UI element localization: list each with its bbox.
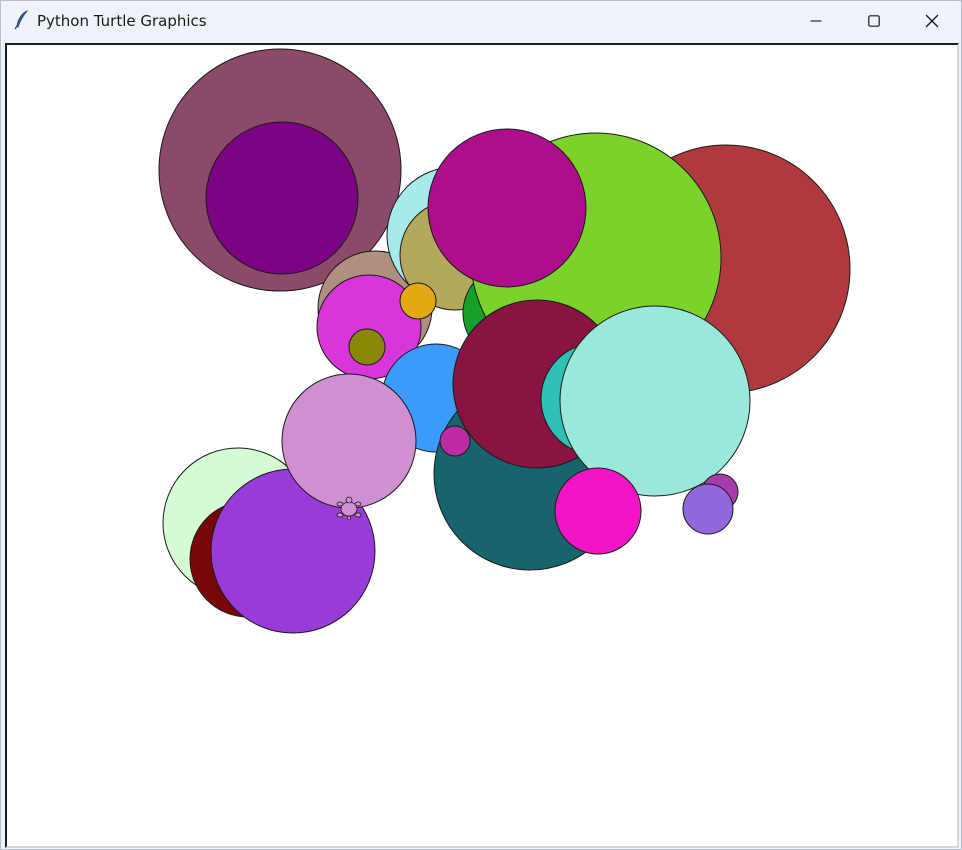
- minimize-icon: [810, 19, 822, 22]
- minimize-button[interactable]: [787, 1, 845, 40]
- turtle-canvas-frame: [5, 43, 959, 848]
- maximize-icon: [868, 14, 880, 27]
- turtle-circle: [427, 128, 587, 288]
- turtle-circle: [281, 373, 417, 509]
- turtle-circle: [348, 328, 386, 366]
- close-icon: [925, 14, 939, 27]
- turtle-circle: [682, 483, 734, 535]
- turtle-window: Python Turtle Graphics: [0, 0, 962, 850]
- turtle-circle: [399, 282, 437, 320]
- maximize-button[interactable]: [845, 1, 903, 40]
- turtle-circle: [439, 425, 471, 457]
- turtle-canvas[interactable]: [7, 45, 957, 846]
- title-bar[interactable]: Python Turtle Graphics: [1, 1, 961, 40]
- turtle-circle: [205, 121, 359, 275]
- feather-icon: [14, 10, 29, 30]
- close-button[interactable]: [903, 1, 961, 40]
- window-title: Python Turtle Graphics: [37, 12, 207, 30]
- turtle-circle: [554, 467, 642, 555]
- turtle-circle: [559, 305, 751, 497]
